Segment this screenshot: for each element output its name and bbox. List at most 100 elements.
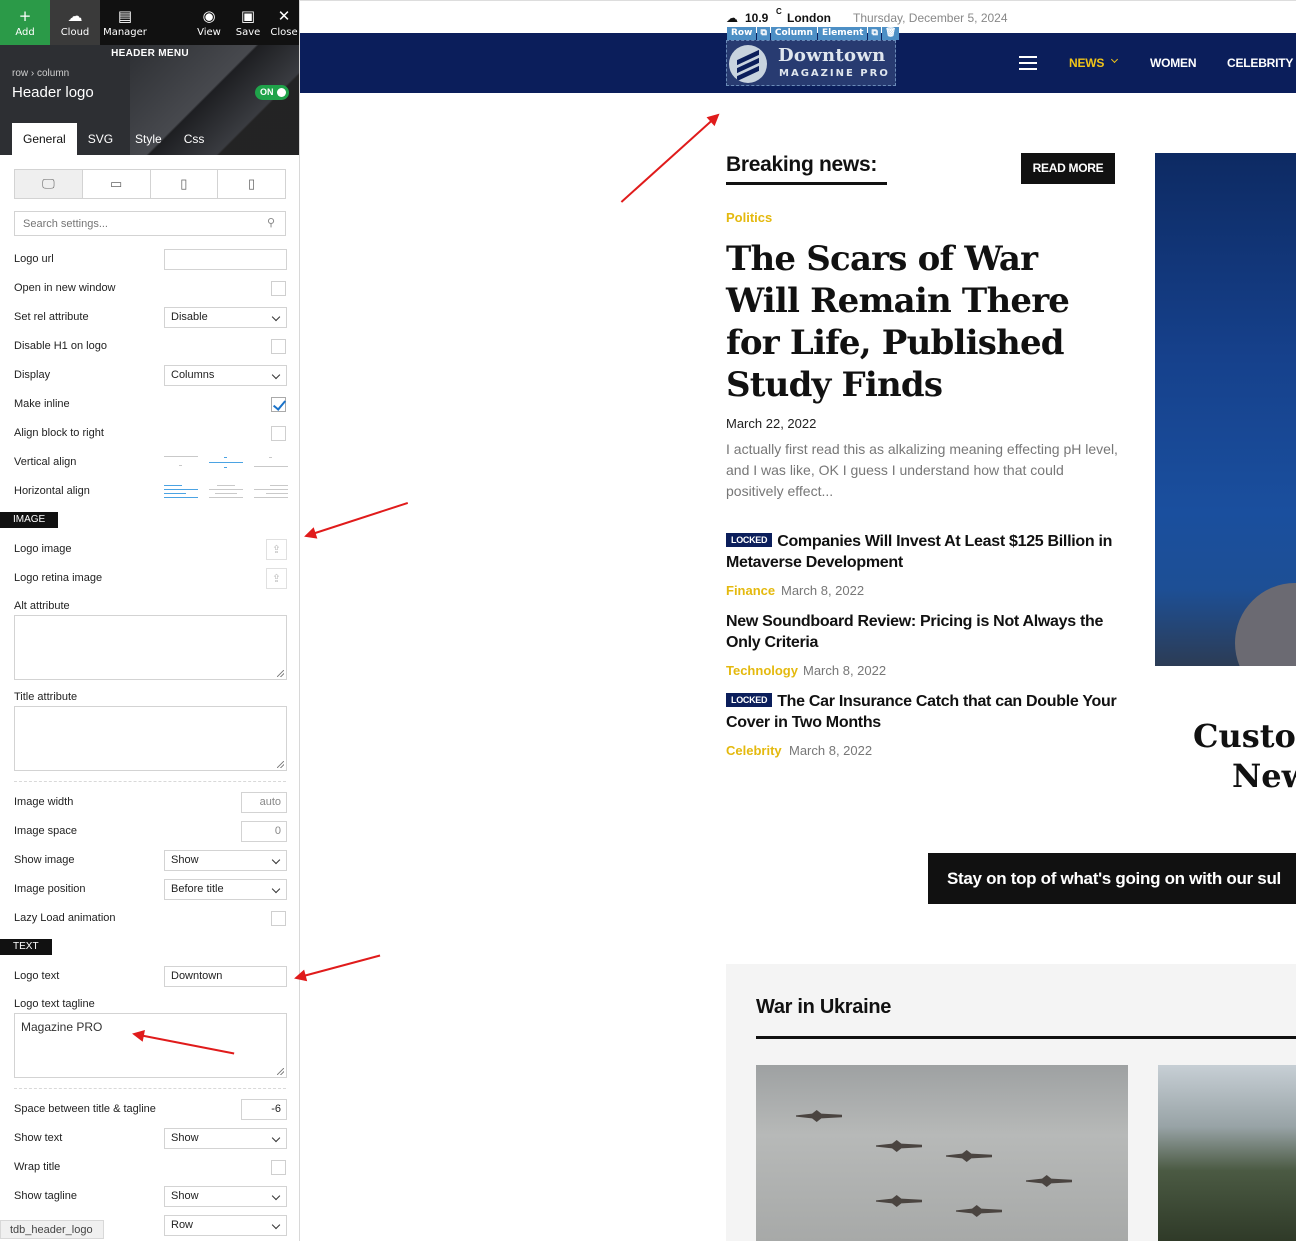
open-new-window-checkbox[interactable]: [271, 281, 286, 296]
cloud-button[interactable]: ☁ Cloud: [50, 0, 100, 45]
upload-icon[interactable]: ⇪: [266, 568, 287, 589]
show-tagline-select[interactable]: Show: [164, 1186, 287, 1207]
story-title[interactable]: New Soundboard Review: Pricing is Not Al…: [726, 611, 1121, 653]
manager-label: Manager: [103, 26, 147, 38]
story-category[interactable]: Celebrity: [726, 743, 782, 758]
tablet-portrait-icon[interactable]: ▯: [151, 170, 219, 198]
image-space-input[interactable]: 0: [241, 821, 287, 842]
show-image-select[interactable]: Show: [164, 850, 287, 871]
story-title[interactable]: LOCKED Companies Will Invest At Least $12…: [726, 531, 1121, 573]
layout-select[interactable]: Row: [164, 1215, 287, 1236]
image-width-input[interactable]: auto: [241, 792, 287, 813]
edit-tab-column[interactable]: Column: [770, 27, 817, 40]
story-title[interactable]: LOCKED The Car Insurance Catch that can D…: [726, 691, 1121, 733]
nav-item-news[interactable]: NEWS: [1069, 56, 1104, 70]
tab-svg[interactable]: SVG: [77, 123, 124, 155]
show-text-row: Show text Show: [14, 1128, 287, 1150]
align-right-checkbox[interactable]: [271, 426, 286, 441]
title-attribute-textarea[interactable]: [14, 706, 287, 771]
hamburger-icon[interactable]: [1019, 56, 1037, 70]
make-inline-checkbox[interactable]: [271, 397, 286, 412]
trash-icon[interactable]: 🗑: [881, 27, 900, 40]
logo-text-input[interactable]: Downtown: [164, 966, 287, 987]
fighter-jets-image[interactable]: [756, 1065, 1128, 1241]
breadcrumb[interactable]: row › column: [12, 68, 69, 79]
wrap-title-label: Wrap title: [14, 1161, 61, 1173]
display-label: Display: [14, 369, 51, 381]
save-label: Save: [235, 26, 261, 38]
jet-shape: [876, 1140, 922, 1152]
wrap-title-checkbox[interactable]: [271, 1160, 286, 1175]
text-section-header: TEXT: [0, 939, 52, 955]
display-select[interactable]: Columns: [164, 365, 287, 386]
main-category[interactable]: Politics: [726, 210, 772, 225]
show-text-select[interactable]: Show: [164, 1128, 287, 1149]
manager-icon: ▤: [117, 6, 133, 25]
nav-item-celebrity[interactable]: CELEBRITY: [1227, 56, 1293, 70]
read-more-button[interactable]: READ MORE: [1021, 153, 1115, 184]
lazy-load-checkbox[interactable]: [271, 911, 286, 926]
hero-image[interactable]: [1155, 153, 1296, 666]
section-title: War in Ukraine: [756, 996, 892, 1018]
save-button[interactable]: ▣ Save: [228, 0, 268, 45]
locked-badge: LOCKED: [726, 693, 773, 707]
copy-icon[interactable]: ⧉: [868, 27, 881, 40]
city: London: [787, 11, 831, 25]
manager-button[interactable]: ▤ Manager: [100, 0, 150, 45]
logo-url-input[interactable]: [164, 249, 287, 270]
element-toggle[interactable]: ON: [255, 85, 289, 100]
image-position-select[interactable]: Before title: [164, 879, 287, 900]
align-middle-icon[interactable]: [209, 454, 243, 470]
landscape-image[interactable]: [1158, 1065, 1296, 1241]
image-section-header: IMAGE: [0, 512, 59, 528]
tablet-landscape-icon[interactable]: ▭: [83, 170, 151, 198]
story-category[interactable]: Finance: [726, 583, 775, 598]
image-width-row: Image width auto: [14, 792, 287, 814]
add-button[interactable]: + Add: [0, 0, 50, 45]
jet-shape: [876, 1195, 922, 1207]
horizontal-align-options: [164, 481, 288, 501]
rel-attribute-select[interactable]: Disable: [164, 307, 287, 328]
story-category[interactable]: Technology: [726, 663, 798, 678]
header-logo[interactable]: Downtown MAGAZINE PRO: [726, 40, 896, 86]
tab-general[interactable]: General: [12, 123, 77, 155]
logo-retina-row: Logo retina image ⇪: [14, 568, 287, 590]
align-top-icon[interactable]: [164, 454, 198, 470]
main-headline[interactable]: The Scars of War Will Remain There for L…: [726, 238, 1106, 406]
alt-attribute-textarea[interactable]: [14, 615, 287, 680]
view-label: View: [197, 26, 221, 38]
close-icon: ✕: [277, 6, 291, 25]
copy-icon[interactable]: ⧉: [757, 27, 770, 40]
newsletter-banner[interactable]: Stay on top of what's going on with our …: [928, 853, 1296, 904]
alt-attribute-label: Alt attribute: [14, 600, 70, 612]
align-right-icon[interactable]: [254, 483, 288, 499]
promo-heading: Custor New: [1193, 716, 1296, 796]
nav-item-women[interactable]: WOMEN: [1150, 56, 1197, 70]
align-right-label: Align block to right: [14, 427, 104, 439]
disable-h1-checkbox[interactable]: [271, 339, 286, 354]
element-shortcode-tag: tdb_header_logo: [0, 1220, 104, 1239]
image-width-label: Image width: [14, 796, 74, 808]
search-settings-input[interactable]: [14, 211, 286, 236]
tab-css[interactable]: Css: [173, 123, 216, 155]
align-center-icon[interactable]: [209, 483, 243, 499]
phone-icon[interactable]: ▯: [218, 170, 285, 198]
logo-tagline-textarea[interactable]: Magazine PRO: [14, 1013, 287, 1078]
top-toolbar: + Add ☁ Cloud ▤ Manager ◉ View ▣ Save ✕: [0, 0, 299, 45]
current-date: Thursday, December 5, 2024: [853, 11, 1008, 25]
align-bottom-icon[interactable]: [254, 454, 288, 470]
edit-tab-element[interactable]: Element: [817, 27, 868, 40]
desktop-icon[interactable]: 🖵: [15, 170, 83, 198]
view-button[interactable]: ◉ View: [190, 0, 228, 45]
temperature: 10.9: [745, 11, 769, 25]
section-underline: [756, 1036, 1296, 1039]
tab-style[interactable]: Style: [124, 123, 173, 155]
upload-icon[interactable]: ⇪: [266, 539, 287, 560]
edit-tab-row[interactable]: Row: [727, 27, 757, 40]
align-left-icon[interactable]: [164, 483, 198, 499]
logo-tagline: MAGAZINE PRO: [779, 68, 890, 79]
close-button[interactable]: ✕ Close: [268, 0, 299, 45]
space-title-tagline-input[interactable]: -6: [241, 1099, 287, 1120]
temperature-unit: C: [776, 7, 782, 16]
